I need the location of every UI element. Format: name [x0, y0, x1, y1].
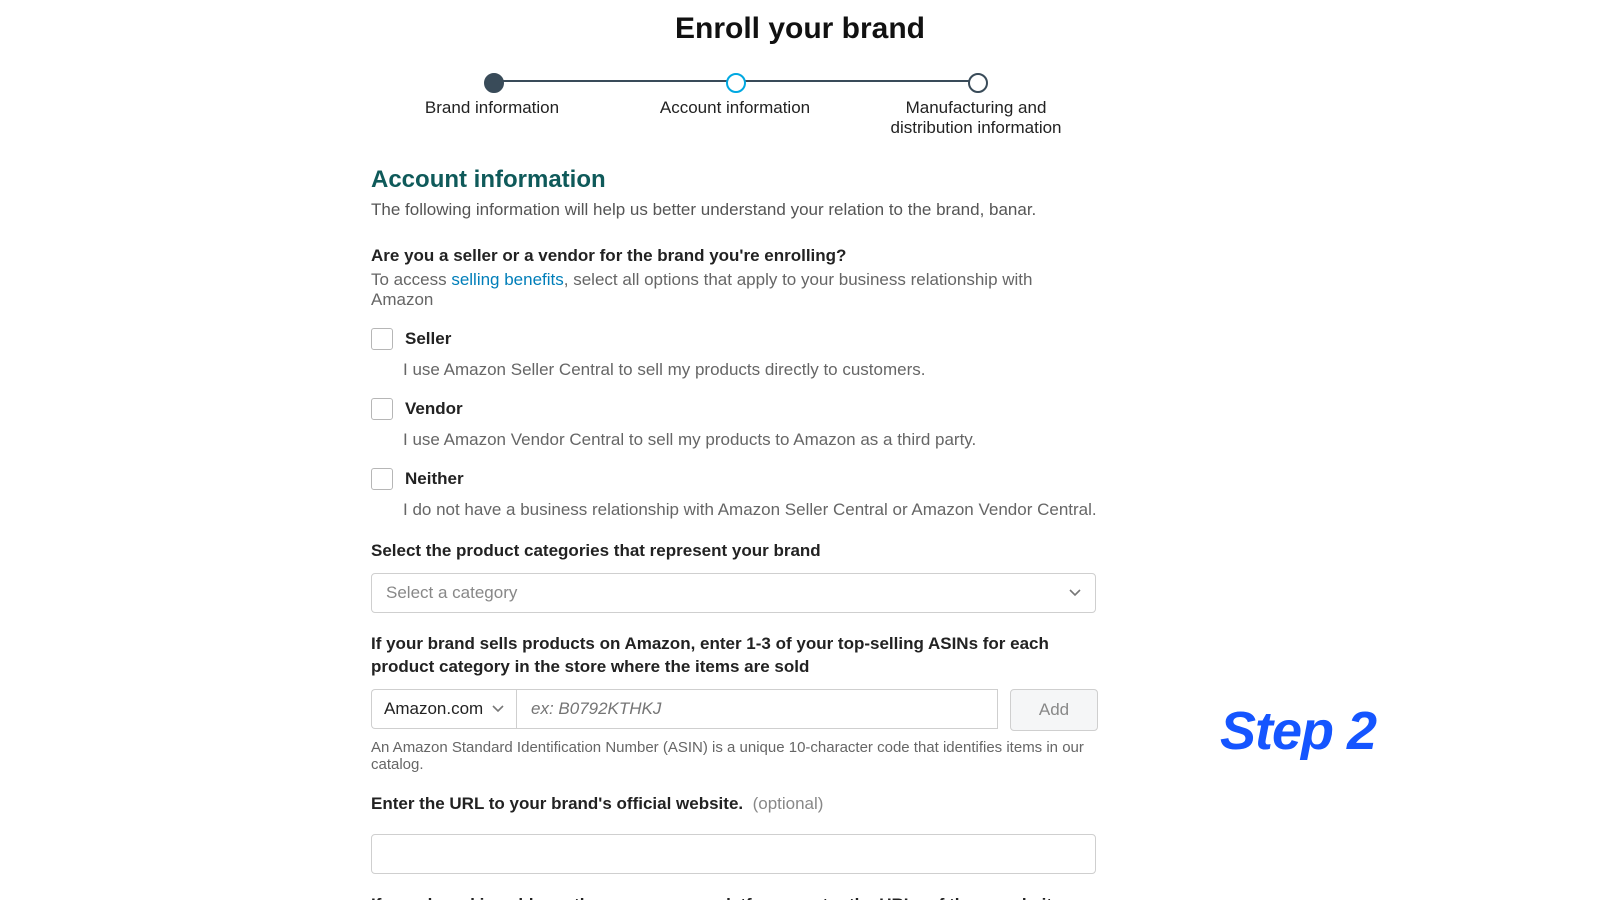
role-question-label: Are you a seller or a vendor for the bra…: [371, 246, 1098, 266]
other-sites-label: If your brand is sold on other e-commerc…: [371, 894, 1098, 900]
form-account-information: Account information The following inform…: [371, 166, 1098, 900]
asin-input[interactable]: [516, 689, 998, 729]
role-option-seller: Seller I use Amazon Seller Central to se…: [371, 328, 1098, 380]
category-placeholder: Select a category: [386, 583, 517, 603]
step-node-manufacturing: [968, 73, 988, 93]
step-label-account-info: Account information: [625, 98, 845, 118]
other-sites-label-text: If your brand is sold on other e-commerc…: [371, 895, 1071, 900]
chevron-down-icon: [1069, 587, 1081, 599]
role-option-label: Vendor: [405, 399, 463, 419]
role-option-label: Seller: [405, 329, 451, 349]
asin-label: If your brand sells products on Amazon, …: [371, 633, 1098, 679]
section-heading: Account information: [371, 166, 1098, 194]
checkbox-seller[interactable]: [371, 328, 393, 350]
checkbox-vendor[interactable]: [371, 398, 393, 420]
role-option-desc: I do not have a business relationship wi…: [403, 500, 1098, 520]
step-node-account-info: [726, 73, 746, 93]
checkbox-neither[interactable]: [371, 468, 393, 490]
role-help-prefix: To access: [371, 270, 451, 289]
chevron-down-icon: [492, 703, 504, 715]
add-button[interactable]: Add: [1010, 689, 1098, 731]
step-label-manufacturing: Manufacturing and distribution informati…: [866, 98, 1086, 138]
step-node-brand-info: [484, 73, 504, 93]
step-badge-overlay: Step 2: [1220, 700, 1376, 762]
category-select[interactable]: Select a category: [371, 573, 1096, 613]
website-optional-hint: (optional): [753, 794, 824, 813]
role-option-desc: I use Amazon Seller Central to sell my p…: [403, 360, 1098, 380]
page-title: Enroll your brand: [0, 12, 1600, 46]
role-option-desc: I use Amazon Vendor Central to sell my p…: [403, 430, 1098, 450]
asin-help-text: An Amazon Standard Identification Number…: [371, 739, 1098, 773]
role-option-label: Neither: [405, 469, 464, 489]
role-option-neither: Neither I do not have a business relatio…: [371, 468, 1098, 520]
marketplace-select[interactable]: Amazon.com: [371, 689, 516, 729]
role-option-vendor: Vendor I use Amazon Vendor Central to se…: [371, 398, 1098, 450]
step-label-brand-info: Brand information: [382, 98, 602, 118]
role-question-help: To access selling benefits, select all o…: [371, 270, 1098, 310]
progress-stepper: Brand information Account information Ma…: [430, 66, 1040, 146]
website-label: Enter the URL to your brand's official w…: [371, 793, 1098, 816]
marketplace-value: Amazon.com: [384, 699, 483, 719]
website-url-input[interactable]: [371, 834, 1096, 874]
asin-row: Amazon.com Add: [371, 689, 1098, 731]
section-subheading: The following information will help us b…: [371, 200, 1098, 220]
website-label-text: Enter the URL to your brand's official w…: [371, 794, 743, 813]
selling-benefits-link[interactable]: selling benefits: [451, 270, 563, 289]
category-label: Select the product categories that repre…: [371, 540, 1098, 563]
